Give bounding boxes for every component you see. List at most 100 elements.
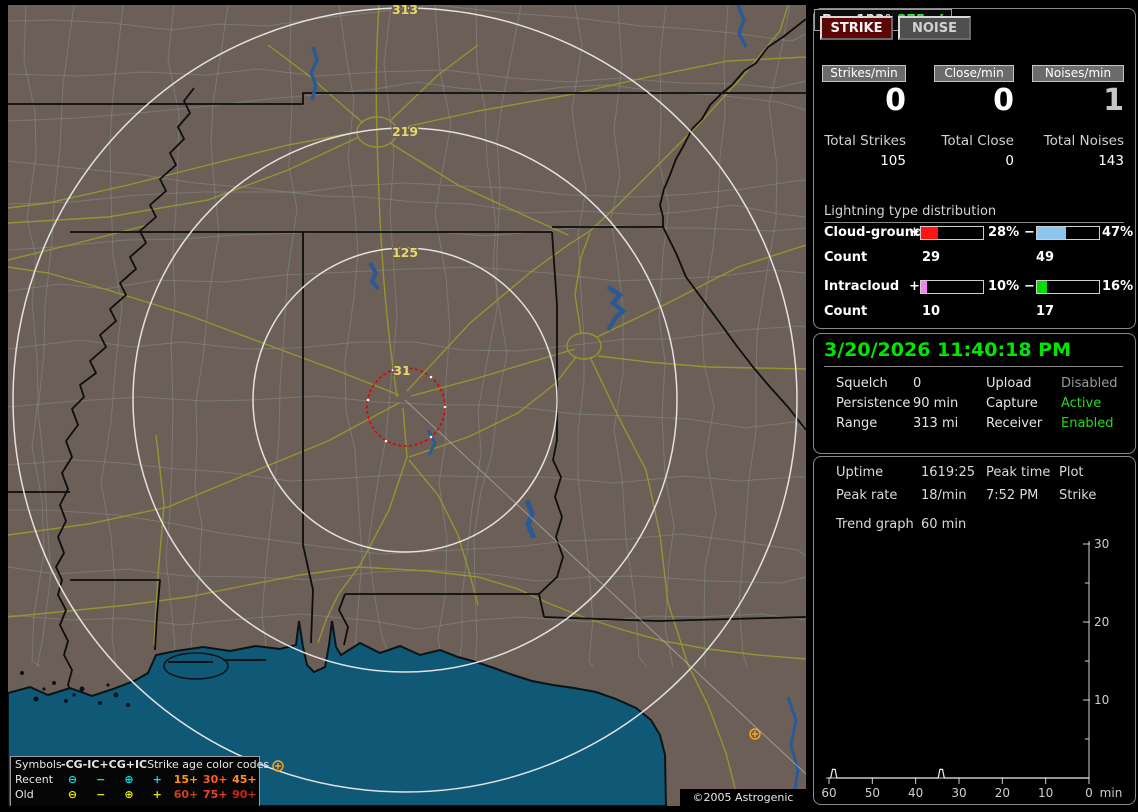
lake-pontchartrain <box>163 652 229 680</box>
divider <box>824 365 1123 367</box>
age-30: 30+ <box>202 773 228 786</box>
persistence-value: 90 min <box>913 396 959 411</box>
trend-x-tick-label: 60 <box>821 786 836 800</box>
neg-ic-percent: 16% <box>1102 279 1134 294</box>
legend-col-pos-cg: +CG <box>99 758 126 771</box>
trend-y-tick-label: 30 <box>1094 537 1109 551</box>
pos-ic-old-icon: + <box>152 788 162 801</box>
trend-x-tick-label: 10 <box>1038 786 1053 800</box>
pos-cg-percent: 28% <box>988 225 1020 240</box>
strikes-per-min-chip: Strikes/min <box>822 65 906 82</box>
legend-row-recent-label: Recent <box>15 773 54 786</box>
count-label: Count <box>824 250 868 265</box>
total-noises-label: Total Noises <box>1043 133 1124 149</box>
ring-label-125: 125 <box>392 245 418 260</box>
neg-cg-percent: 47% <box>1102 225 1134 240</box>
trend-axes <box>826 541 1090 784</box>
trend-panel: Uptime 1619:25 Peak time Plot Peak rate … <box>813 456 1136 805</box>
upload-label: Upload <box>986 376 1032 391</box>
trend-y-tick-label: 10 <box>1094 693 1109 707</box>
lightning-map: 313 219 125 31 Symbols -CG -IC +CG +IC S… <box>8 5 806 806</box>
neg-cg-bar <box>1036 226 1100 240</box>
squelch-row: Squelch 0 Upload Disabled <box>814 376 1135 394</box>
minus-sign: − <box>1024 225 1035 240</box>
age-75: 75+ <box>202 788 228 801</box>
intracloud-count-row: Count 10 17 <box>814 304 1135 320</box>
strike-mode-button[interactable]: STRIKE <box>820 16 893 40</box>
noise-mode-button[interactable]: NOISE <box>898 16 971 40</box>
neg-cg-count: 49 <box>1036 250 1055 265</box>
noises-per-min-value: 1 <box>1103 83 1124 118</box>
persistence-label: Persistence <box>836 396 911 411</box>
plus-sign: + <box>909 225 920 240</box>
pos-cg-old-icon: ⊕ <box>124 788 134 801</box>
pos-ic-percent: 10% <box>988 279 1020 294</box>
neg-ic-bar <box>1036 280 1100 294</box>
trend-x-unit-label: min <box>1100 786 1123 800</box>
trend-x-tick-label: 40 <box>908 786 923 800</box>
legend-age-header: Strike age color codes <box>147 758 270 771</box>
legend-col-pos-ic: +IC <box>125 758 148 771</box>
receiver-status: Enabled <box>1061 416 1114 431</box>
range-label: Range <box>836 416 878 431</box>
capture-status: Active <box>1061 396 1102 411</box>
noises-per-min-chip: Noises/min <box>1032 65 1124 82</box>
age-15: 15+ <box>173 773 199 786</box>
trend-x-tick-label: 20 <box>995 786 1010 800</box>
range-value: 313 mi <box>913 416 959 431</box>
receiver-label: Receiver <box>986 416 1043 431</box>
trend-y-tick-label: 20 <box>1094 615 1109 629</box>
strike-counters-panel: STRIKE NOISE Bng 133° 375mi Strikes/min … <box>813 8 1136 329</box>
legend-symbols-header: Symbols <box>15 758 62 771</box>
intracloud-row: Intracloud + 10% − 16% <box>814 279 1135 295</box>
total-close-value: 0 <box>1005 153 1014 169</box>
status-panel: 3/20/2026 11:40:18 PM Squelch 0 Upload D… <box>813 333 1136 454</box>
trend-series-line <box>829 768 1089 779</box>
capture-label: Capture <box>986 396 1038 411</box>
minus-sign: − <box>1024 279 1035 294</box>
strikes-per-min-value: 0 <box>885 83 906 118</box>
legend-row-old-label: Old <box>15 788 34 801</box>
cloud-ground-count-row: Count 29 49 <box>814 250 1135 266</box>
upload-status: Disabled <box>1061 376 1118 391</box>
neg-ic-count: 17 <box>1036 304 1055 319</box>
count-label: Count <box>824 304 868 319</box>
cloud-ground-row: Cloud-ground + 28% − 47% <box>814 225 1135 241</box>
app-window: 313 219 125 31 Symbols -CG -IC +CG +IC S… <box>0 0 1138 812</box>
legend-col-neg-ic: -IC <box>82 758 100 771</box>
range-row: Range 313 mi Receiver Enabled <box>814 416 1135 434</box>
age-60: 60+ <box>173 788 199 801</box>
age-45: 45+ <box>232 773 257 786</box>
close-per-min-value: 0 <box>993 83 1014 118</box>
total-strikes-label: Total Strikes <box>824 133 906 149</box>
map-canvas: 313 219 125 31 <box>8 5 806 806</box>
datetime-display: 3/20/2026 11:40:18 PM <box>824 339 1071 361</box>
total-noises-value: 143 <box>1098 153 1124 169</box>
total-strikes-value: 105 <box>880 153 906 169</box>
close-per-min-chip: Close/min <box>934 65 1014 82</box>
neg-cg-recent-icon: ⊖ <box>67 773 78 786</box>
pos-ic-bar <box>920 280 984 294</box>
neg-ic-old-icon: − <box>96 788 106 801</box>
trend-x-tick-label: 30 <box>951 786 966 800</box>
intracloud-label: Intracloud <box>824 279 900 294</box>
pos-cg-recent-icon: ⊕ <box>124 773 134 786</box>
squelch-label: Squelch <box>836 376 888 391</box>
trend-chart: 10 20 30 60 50 40 30 20 10 0 min <box>821 537 1123 800</box>
plus-sign: + <box>909 279 920 294</box>
copyright-text: ©2005 Astrogenic Systems <box>680 789 806 806</box>
pos-ic-count: 10 <box>922 304 941 319</box>
neg-cg-old-icon: ⊖ <box>67 788 78 801</box>
pos-ic-recent-icon: + <box>152 773 162 786</box>
distribution-title: Lightning type distribution <box>824 204 1124 223</box>
ring-label-219: 219 <box>392 124 418 139</box>
total-close-label: Total Close <box>941 133 1014 149</box>
trend-x-tick-label: 0 <box>1085 786 1093 800</box>
ring-label-31: 31 <box>393 363 410 378</box>
ring-label-313: 313 <box>392 5 418 17</box>
persistence-row: Persistence 90 min Capture Active <box>814 396 1135 414</box>
age-90: 90+ <box>232 788 257 801</box>
pos-cg-count: 29 <box>922 250 941 265</box>
trend-x-tick-label: 50 <box>865 786 880 800</box>
legend-col-neg-cg: -CG <box>61 758 83 771</box>
